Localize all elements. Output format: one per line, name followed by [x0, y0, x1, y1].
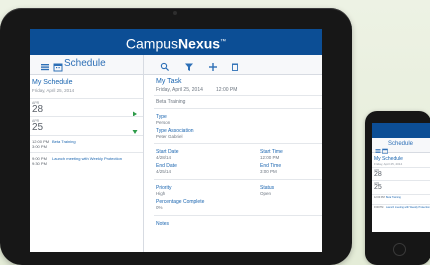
iphone-screen: Schedule My Schedule Friday, April 25, 2… — [372, 123, 430, 232]
calendar-icon — [53, 59, 63, 72]
event-end: 9:30 PM — [32, 161, 47, 166]
iphone-date-row[interactable]: APR 25 — [372, 180, 430, 193]
toolbar-title: Schedule — [64, 58, 106, 69]
divider — [154, 108, 322, 109]
type-value: Person — [156, 120, 171, 125]
end-date-value: 4/25/14 — [156, 169, 172, 174]
schedule-heading: My Schedule — [32, 79, 73, 86]
iphone-event-time: 9:00 PM — [374, 206, 384, 209]
date-row[interactable]: APR 28 — [30, 98, 143, 117]
ipad-camera — [173, 11, 177, 15]
divider — [154, 143, 322, 144]
status-value: Open — [260, 191, 272, 196]
chevron-right-icon[interactable] — [132, 104, 138, 117]
home-button[interactable] — [393, 243, 406, 256]
start-time-value: 12:00 PM — [260, 155, 280, 160]
task-title: My Task — [156, 78, 182, 85]
add-icon[interactable] — [208, 59, 218, 71]
ipad-device: CampusNexus™ Schedule My Schedule Friday… — [0, 8, 352, 265]
priority-value: High — [156, 191, 166, 196]
schedule-date: Friday, April 25, 2014 — [32, 88, 75, 93]
task-date: Friday, April 25, 2014 — [156, 87, 203, 93]
menu-icon[interactable] — [40, 59, 50, 71]
iphone-schedule-date: Friday, April 25, 2014 — [374, 162, 403, 166]
ipad-screen: CampusNexus™ Schedule My Schedule Friday… — [30, 29, 322, 252]
date-day: 28 — [32, 104, 44, 115]
notes-label: Notes — [156, 221, 170, 227]
divider — [154, 215, 322, 216]
event-title[interactable]: Beta Training — [52, 139, 76, 144]
filter-icon[interactable] — [184, 59, 194, 71]
iphone-event-title[interactable]: Launch meeting with Weekly Protection — [386, 206, 430, 209]
app-header: CampusNexus™ — [30, 29, 322, 55]
search-icon[interactable] — [160, 59, 170, 72]
end-time-value: 3:00 PM — [260, 169, 277, 174]
iphone-date-day: 28 — [374, 171, 382, 178]
event-end: 3:00 PM — [32, 144, 47, 149]
task-description: Beta Training — [156, 99, 186, 105]
iphone-event-title[interactable]: Beta Training — [386, 196, 401, 199]
iphone-event-row[interactable]: 12:00 PM Beta Training — [372, 194, 430, 204]
percent-complete-value: 0% — [156, 205, 163, 210]
date-day: 25 — [32, 122, 44, 133]
brand-trademark: ™ — [220, 39, 227, 45]
event-row[interactable]: 9:00 PM 9:30 PM Launch meeting with Week… — [30, 152, 143, 169]
type-association-value: Peter Gabriel — [156, 134, 183, 139]
chevron-down-icon[interactable] — [132, 122, 138, 134]
task-time: 12:00 PM — [216, 87, 238, 93]
iphone-toolbar: Schedule — [372, 138, 430, 154]
delete-icon[interactable] — [230, 59, 240, 71]
event-row[interactable]: 12:00 PM 3:00 PM Beta Training — [30, 135, 143, 152]
toolbar: Schedule — [30, 55, 322, 75]
iphone-event-row[interactable]: 9:00 PM Launch meeting with Weekly Prote… — [372, 204, 430, 214]
brand-bold: Nexus — [178, 35, 221, 52]
iphone-date-row[interactable]: APR 28 — [372, 167, 430, 180]
iphone-app-header — [372, 123, 430, 138]
brand-light: Campus — [125, 35, 179, 52]
iphone-event-time: 12:00 PM — [374, 196, 385, 199]
iphone-schedule: My Schedule Friday, April 25, 2014 APR 2… — [372, 154, 430, 232]
schedule-pane: My Schedule Friday, April 25, 2014 APR 2… — [30, 75, 144, 252]
iphone-toolbar-title: Schedule — [388, 141, 414, 147]
menu-icon[interactable] — [375, 141, 381, 153]
percent-complete-label: Percentage Complete — [156, 199, 205, 205]
toolbar-divider — [143, 55, 144, 74]
event-title[interactable]: Launch meeting with Weekly Protection — [52, 156, 122, 161]
start-date-value: 4/28/14 — [156, 155, 172, 160]
task-pane: My Task Friday, April 25, 2014 12:00 PM … — [144, 75, 322, 252]
divider — [154, 95, 322, 96]
iphone-device: Schedule My Schedule Friday, April 25, 2… — [365, 111, 430, 265]
date-row[interactable]: APR 25 — [30, 116, 143, 134]
divider — [154, 179, 322, 180]
iphone-date-day: 25 — [374, 184, 382, 191]
